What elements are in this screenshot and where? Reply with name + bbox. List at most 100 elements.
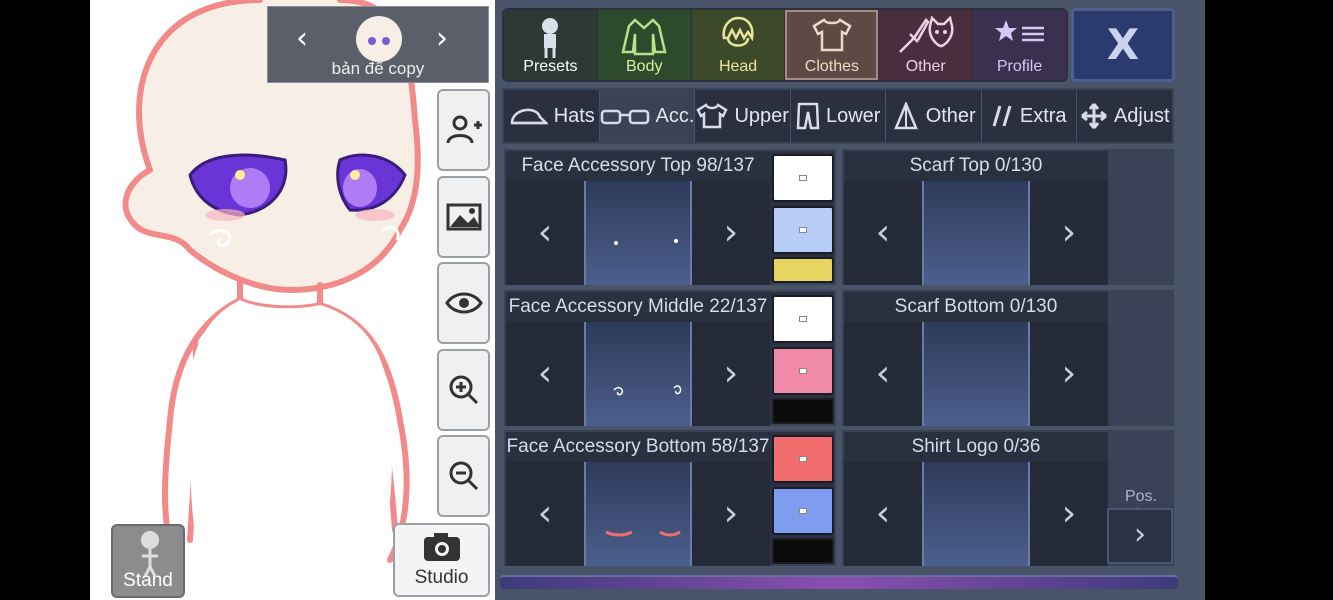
face-accessory-top-preview [584,181,692,285]
panel-bottom-bar [500,575,1178,589]
zoom-out-button[interactable] [437,435,490,517]
screen-edge [1205,0,1333,600]
studio-button[interactable]: Studio [393,523,490,597]
character-viewport: ‹ › bản để copy Stand Studio [90,0,495,600]
face-accessory-middle-preview [584,322,692,426]
tab-profile-label: Profile [996,58,1043,75]
scarf-bottom-card: Scarf Bottom 0/130 ‹ › [842,290,1174,426]
face-accessory-bottom-color-1[interactable] [772,435,834,483]
subtab-upper-label: Upper [734,104,789,127]
presets-icon [542,18,559,58]
shirt-logo-prev[interactable]: ‹ [844,462,922,566]
scarf-bottom-next[interactable]: › [1030,322,1108,426]
copy-slot-label: bản để copy [331,59,425,78]
move-icon [1081,103,1107,129]
scarf-top-empty-area [1106,151,1172,283]
tab-head[interactable]: Head [691,10,786,80]
tab-body[interactable]: Body [597,10,692,80]
tab-head-label: Head [718,58,758,75]
face-accessory-bottom-prev[interactable]: ‹ [506,462,584,566]
character-figure [122,0,421,563]
subtab-extra-label: Extra [1019,104,1067,127]
subtab-acc[interactable]: Acc. [599,90,696,142]
face-accessory-top-color-2[interactable] [772,206,834,254]
subtab-hats[interactable]: Hats [504,90,600,142]
scarf-top-next[interactable]: › [1030,181,1108,285]
cape-icon [893,102,918,130]
tab-presets-label: Presets [523,58,578,75]
subtab-other[interactable]: Other [886,90,982,142]
close-button[interactable]: X [1071,8,1175,82]
subtab-hats-label: Hats [553,104,595,127]
face-accessory-top-prev[interactable]: ‹ [506,181,584,285]
shirt-logo-title: Shirt Logo 0/36 [844,432,1108,462]
subtab-other-label: Other [925,104,976,127]
subtab-lower-label: Lower [825,104,881,127]
zoom-out-icon [449,461,478,491]
face-accessory-bottom-color-2[interactable] [772,487,834,535]
subtab-adjust-label: Adjust [1113,104,1170,127]
tab-clothes[interactable]: Clothes [785,10,880,80]
face-accessory-bottom-card: Face Accessory Bottom 58/137 ‹ › [504,430,836,566]
scarf-bottom-title: Scarf Bottom 0/130 [844,292,1108,322]
add-user-icon [446,115,482,144]
background-button[interactable] [437,176,490,258]
image-icon [446,203,481,231]
tab-other[interactable]: Other [879,10,974,80]
face-accessory-bottom-next[interactable]: › [692,462,770,566]
scarf-bottom-empty-area [1106,292,1172,424]
glasses-icon [600,109,649,125]
face-accessory-middle-card: Face Accessory Middle 22/137 ‹ › [504,290,836,426]
face-accessory-top-next[interactable]: › [692,181,770,285]
face-accessory-middle-color-1[interactable] [772,295,834,343]
shirt-icon [812,18,852,52]
scarf-bottom-preview [922,322,1030,426]
tab-body-label: Body [626,58,663,75]
stand-label: Stand [123,570,173,591]
tab-presets[interactable]: Presets [504,10,598,80]
copy-slot-preview[interactable] [356,16,402,62]
scarf-top-card: Scarf Top 0/130 ‹ › [842,149,1174,285]
subtab-upper[interactable]: Upper [695,90,791,142]
jacket-icon [621,18,667,56]
sword-cat-icon [898,16,954,53]
face-accessory-middle-color-2[interactable] [772,347,834,395]
face-accessory-top-card: Face Accessory Top 98/137 ‹ › [504,149,836,285]
tab-profile[interactable]: Profile [973,10,1066,80]
subtab-lower[interactable]: Lower [791,90,887,142]
visibility-button[interactable] [437,262,490,344]
face-accessory-top-color-3[interactable] [772,257,834,283]
subtab-extra[interactable]: Extra [982,90,1078,142]
copy-prev-button[interactable]: ‹ [296,21,308,56]
scarf-top-prev[interactable]: ‹ [844,181,922,285]
face-accessory-top-color-1[interactable] [772,154,834,202]
subtab-acc-label: Acc. [655,104,695,127]
face-accessory-bottom-preview [584,462,692,566]
face-accessory-middle-prev[interactable]: ‹ [506,322,584,426]
face-accessory-bottom-color-3[interactable] [772,538,834,564]
slashes-icon [992,105,1012,127]
copy-slot-selector: ‹ › bản để copy [267,6,489,83]
subcategory-tabbar: Hats Acc. Upper Lower Other Extra Adjust [502,88,1174,144]
position-next-button[interactable]: › [1107,508,1173,564]
tab-clothes-label: Clothes [804,58,860,75]
face-accessory-middle-title: Face Accessory Middle 22/137 [506,292,770,322]
face-accessory-middle-next[interactable]: › [692,322,770,426]
studio-label: Studio [414,567,469,588]
face-accessory-top-title: Face Accessory Top 98/137 [506,151,770,181]
subtab-adjust[interactable]: Adjust [1077,90,1172,142]
tab-other-label: Other [905,58,946,75]
pants-icon [796,102,820,130]
add-character-button[interactable] [437,89,490,171]
copy-next-button[interactable]: › [436,21,448,56]
scarf-top-preview [922,181,1030,285]
shirt-logo-next[interactable]: › [1030,462,1108,566]
shirt-logo-preview [922,462,1030,566]
scarf-bottom-prev[interactable]: ‹ [844,322,922,426]
camera-icon [424,533,460,561]
zoom-in-button[interactable] [437,349,490,431]
face-accessory-middle-color-3[interactable] [772,398,834,424]
stand-button[interactable]: Stand [111,524,185,598]
hair-icon [722,16,754,47]
star-list-icon [994,20,1044,42]
